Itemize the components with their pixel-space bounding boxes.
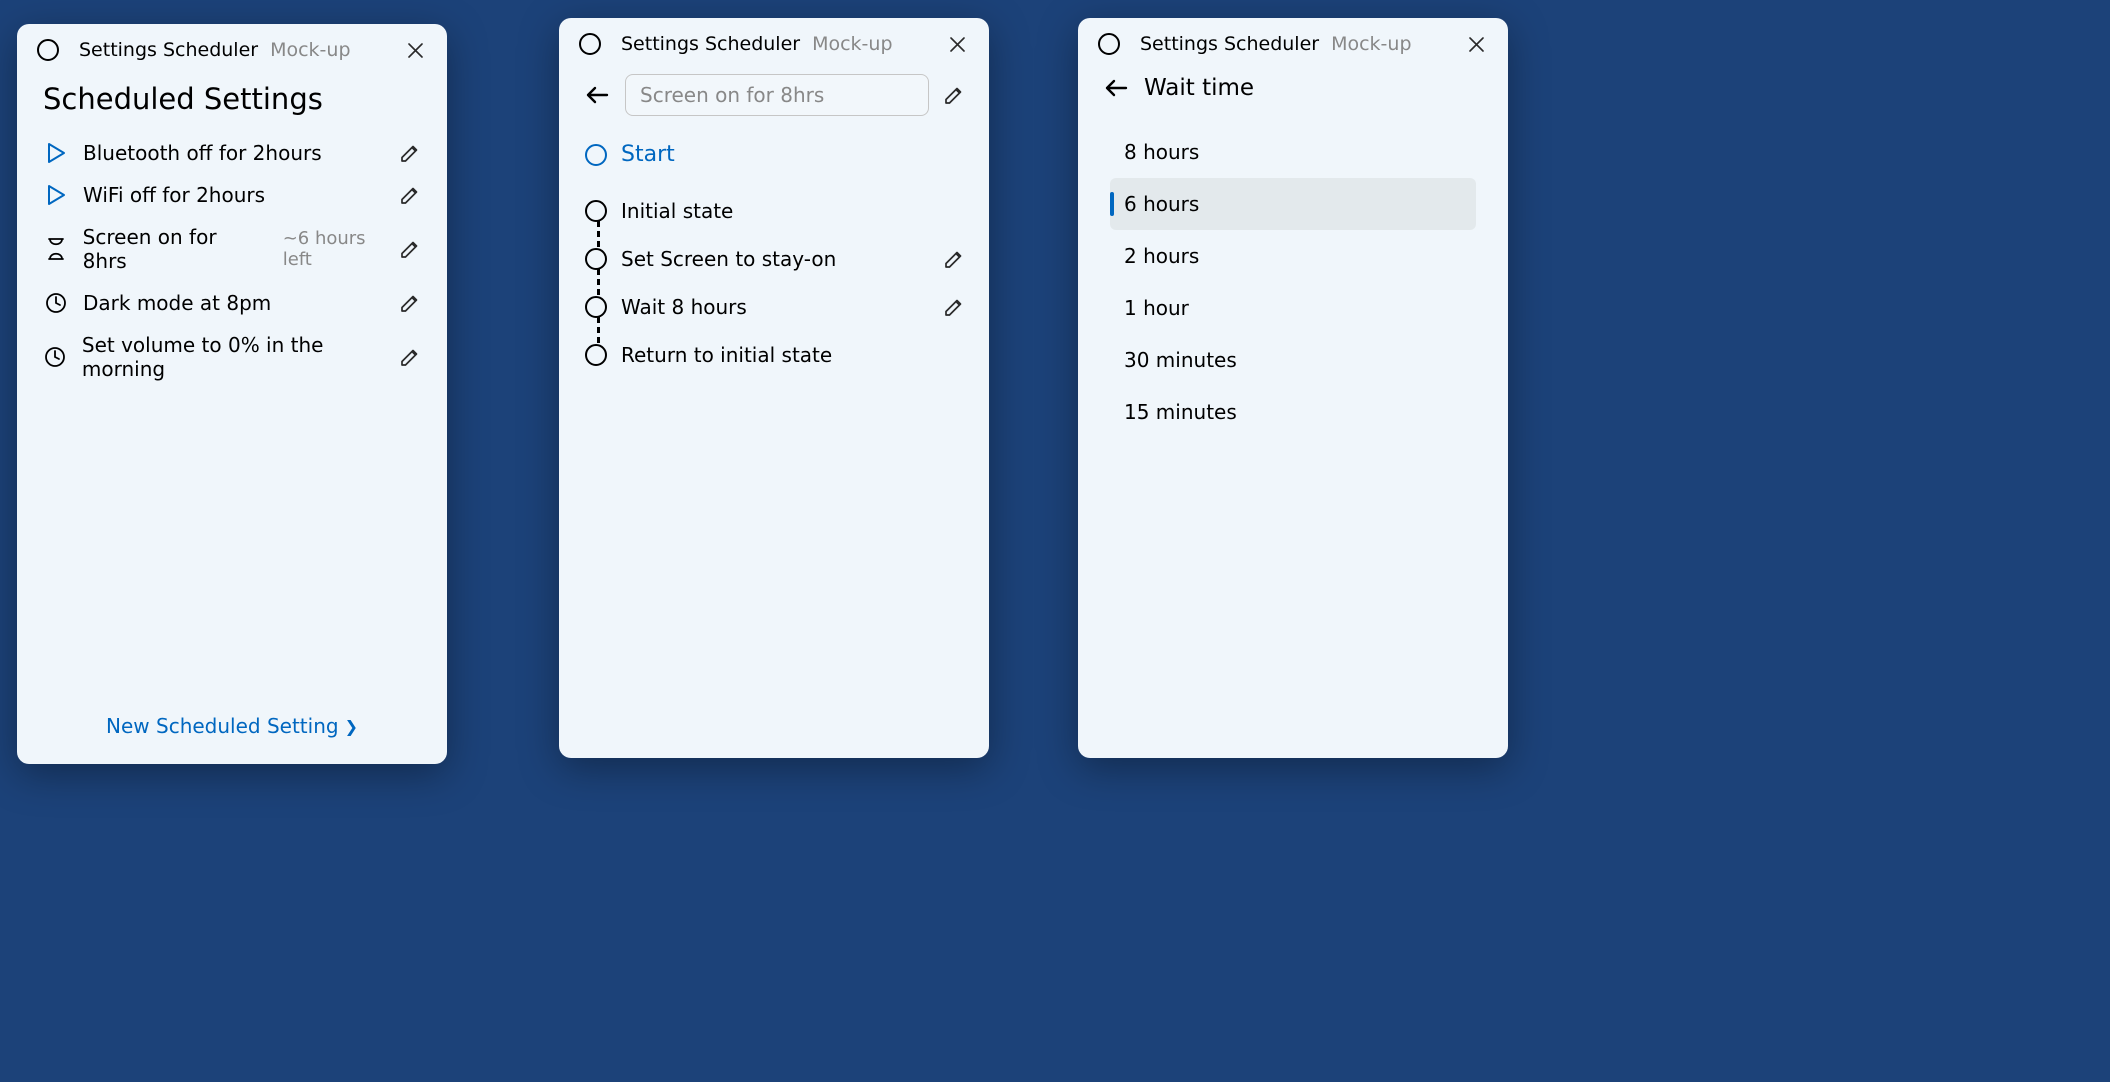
close-icon — [1469, 37, 1484, 52]
wait-time-option[interactable]: 6 hours — [1110, 178, 1476, 230]
flow-step: Return to initial state — [585, 331, 965, 379]
flow-step-label: Initial state — [621, 199, 733, 223]
wait-time-option[interactable]: 30 minutes — [1110, 334, 1476, 386]
wait-time-option[interactable]: 2 hours — [1110, 230, 1476, 282]
hourglass-icon — [43, 238, 69, 260]
back-button[interactable] — [1102, 74, 1130, 102]
edit-button[interactable] — [399, 184, 421, 206]
edit-name-button[interactable] — [943, 84, 965, 106]
pencil-icon — [399, 292, 421, 314]
wait-time-options: 8 hours6 hours2 hours1 hour30 minutes15 … — [1096, 120, 1490, 438]
title-text: Settings Scheduler Mock-up — [79, 39, 351, 61]
pencil-icon — [943, 84, 965, 106]
scheduled-item: Set volume to 0% in the morning — [43, 324, 421, 390]
flow-list: Initial state Set Screen to stay-on Wait 8… — [583, 187, 965, 379]
scheduled-item: Bluetooth off for 2hours — [43, 132, 421, 174]
scheduled-item-label: Screen on for 8hrs — [83, 225, 265, 273]
play-icon — [43, 142, 69, 164]
panel-schedule-editor: Settings Scheduler Mock-up Start Initial… — [559, 18, 989, 758]
clock-icon — [43, 292, 69, 314]
pencil-icon — [399, 184, 421, 206]
scheduled-item-label: Set volume to 0% in the morning — [82, 333, 399, 381]
flow-step: Set Screen to stay-on — [585, 235, 965, 283]
titlebar: Settings Scheduler Mock-up — [1078, 18, 1508, 62]
page-heading: Scheduled Settings — [43, 82, 421, 116]
close-button[interactable] — [1464, 32, 1488, 56]
flow-step-label: Wait 8 hours — [621, 295, 747, 319]
scheduled-item: Dark mode at 8pm — [43, 282, 421, 324]
scheduled-item-label: Dark mode at 8pm — [83, 291, 271, 315]
pencil-icon — [399, 346, 421, 368]
panel-scheduled-settings: Settings Scheduler Mock-up Scheduled Set… — [17, 24, 447, 764]
app-subtitle: Mock-up — [270, 39, 350, 61]
app-title: Settings Scheduler — [79, 39, 258, 61]
wait-time-option[interactable]: 8 hours — [1110, 126, 1476, 178]
flow-node-icon — [585, 200, 607, 222]
edit-button[interactable] — [399, 238, 421, 260]
flow-node-icon — [585, 344, 607, 366]
flow-step: Wait 8 hours — [585, 283, 965, 331]
edit-step-button[interactable] — [943, 296, 965, 318]
scheduled-item-label: Bluetooth off for 2hours — [83, 141, 322, 165]
close-icon — [950, 37, 965, 52]
edit-button[interactable] — [399, 142, 421, 164]
flow-step: Initial state — [585, 187, 965, 235]
start-node-icon — [585, 144, 607, 166]
chevron-right-icon: ❯ — [345, 717, 358, 736]
new-link-label: New Scheduled Setting — [106, 714, 339, 738]
flow-node-icon — [585, 248, 607, 270]
close-icon — [408, 43, 423, 58]
wait-time-option[interactable]: 1 hour — [1110, 282, 1476, 334]
app-icon — [579, 33, 601, 55]
close-button[interactable] — [945, 32, 969, 56]
app-subtitle: Mock-up — [1331, 33, 1411, 55]
title-text: Settings Scheduler Mock-up — [621, 33, 893, 55]
pencil-icon — [399, 238, 421, 260]
new-scheduled-setting-link[interactable]: New Scheduled Setting ❯ — [106, 714, 358, 738]
app-title: Settings Scheduler — [621, 33, 800, 55]
app-icon — [1098, 33, 1120, 55]
scheduled-item: WiFi off for 2hours — [43, 174, 421, 216]
clock-icon — [43, 346, 68, 368]
wait-time-option[interactable]: 15 minutes — [1110, 386, 1476, 438]
scheduled-item: Screen on for 8hrs ~6 hours left — [43, 216, 421, 282]
page-title: Wait time — [1144, 75, 1254, 101]
pencil-icon — [943, 248, 965, 270]
app-icon — [37, 39, 59, 61]
arrow-left-icon — [585, 85, 609, 105]
titlebar: Settings Scheduler Mock-up — [17, 24, 447, 68]
pencil-icon — [943, 296, 965, 318]
scheduled-item-meta: ~6 hours left — [283, 228, 399, 270]
start-row[interactable]: Start — [583, 140, 965, 187]
app-subtitle: Mock-up — [812, 33, 892, 55]
panel-wait-time: Settings Scheduler Mock-up Wait time 8 h… — [1078, 18, 1508, 758]
scheduled-item-label: WiFi off for 2hours — [83, 183, 265, 207]
app-title: Settings Scheduler — [1140, 33, 1319, 55]
schedule-name-input[interactable] — [625, 74, 929, 116]
flow-step-label: Return to initial state — [621, 343, 832, 367]
edit-button[interactable] — [399, 346, 421, 368]
arrow-left-icon — [1104, 78, 1128, 98]
titlebar: Settings Scheduler Mock-up — [559, 18, 989, 62]
scheduled-list: Bluetooth off for 2hours WiFi off for 2ho… — [43, 132, 421, 390]
back-button[interactable] — [583, 81, 611, 109]
start-label: Start — [621, 142, 675, 167]
edit-button[interactable] — [399, 292, 421, 314]
close-button[interactable] — [403, 38, 427, 62]
edit-step-button[interactable] — [943, 248, 965, 270]
play-icon — [43, 184, 69, 206]
flow-step-label: Set Screen to stay-on — [621, 247, 836, 271]
title-text: Settings Scheduler Mock-up — [1140, 33, 1412, 55]
flow-node-icon — [585, 296, 607, 318]
pencil-icon — [399, 142, 421, 164]
